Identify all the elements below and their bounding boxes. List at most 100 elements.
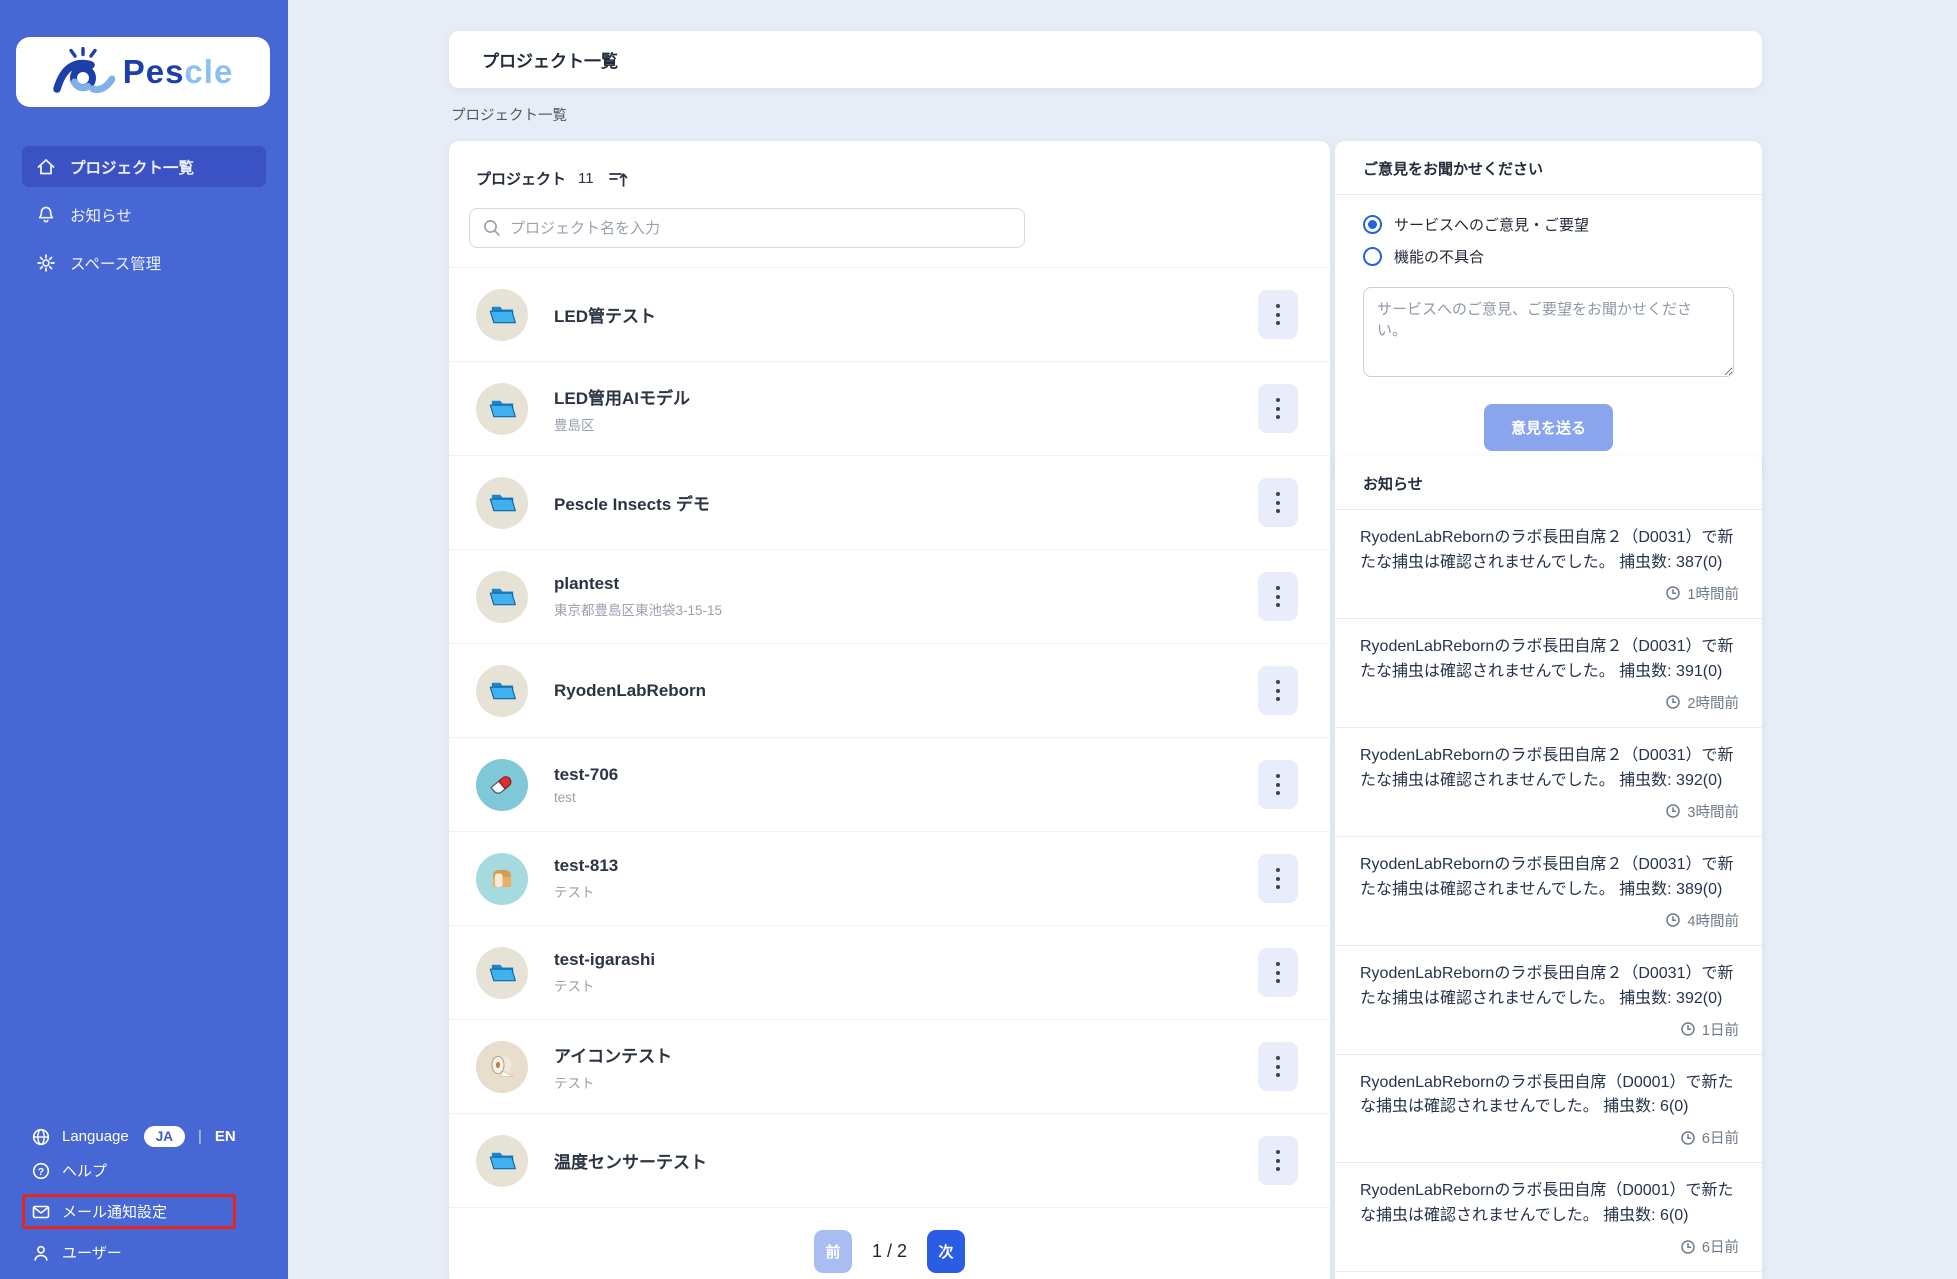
sidebar-item-user[interactable]: ユーザー [31, 1242, 236, 1263]
kebab-menu-button[interactable] [1258, 854, 1298, 903]
clock-icon [1665, 912, 1681, 928]
sidebar-item-label: スペース管理 [70, 252, 161, 274]
mail-settings-label: メール通知設定 [62, 1201, 167, 1222]
notification-item[interactable]: RyodenLabRebornのラボ長田自席２（D0031）で新たな捕虫は確認さ… [1335, 837, 1762, 946]
pagination: 前 1 / 2 次 [449, 1208, 1330, 1279]
notification-text: RyodenLabRebornのラボ長田自席２（D0031）で新たな捕虫は確認さ… [1360, 635, 1739, 685]
app-logo[interactable]: Pescle [16, 37, 270, 107]
breadcrumb: プロジェクト一覧 [451, 104, 567, 125]
project-subtitle: 東京都豊島区東池袋3-15-15 [554, 599, 1258, 619]
bell-icon [35, 204, 57, 226]
sidebar-item-label: お知らせ [70, 204, 132, 226]
kebab-menu-button[interactable] [1258, 1136, 1298, 1185]
project-name: RyodenLabReborn [554, 681, 1258, 701]
kebab-menu-button[interactable] [1258, 384, 1298, 433]
projects-panel: プロジェクト 11 LED管テスト LED管用AIモデル豊島区 Pescle I… [449, 141, 1330, 1279]
notifications-panel-header: お知らせ [1335, 456, 1762, 510]
folder-icon [476, 665, 528, 717]
projects-count: 11 [578, 170, 594, 187]
sidebar-nav: プロジェクト一覧 お知らせ スペース管理 [22, 146, 266, 290]
sort-button[interactable] [608, 170, 628, 188]
notification-time: 4時間前 [1360, 910, 1739, 931]
notification-item[interactable]: RyodenLabRebornのラボ長田自席２（D0031）で新たな捕虫は確認さ… [1335, 728, 1762, 837]
folder-icon [476, 289, 528, 341]
kebab-menu-button[interactable] [1258, 760, 1298, 809]
language-en-button[interactable]: EN [215, 1128, 236, 1145]
folder-icon [476, 383, 528, 435]
help-label: ヘルプ [62, 1160, 107, 1181]
project-row[interactable]: test-813テスト [449, 832, 1330, 926]
kebab-menu-button[interactable] [1258, 1042, 1298, 1091]
project-subtitle: 豊島区 [554, 414, 1258, 434]
notification-item[interactable]: RyodenLabRebornのラボ長田自席（D0001）で新たな捕虫は確認され… [1335, 1272, 1762, 1279]
clock-icon [1680, 1021, 1696, 1037]
user-label: ユーザー [62, 1242, 122, 1263]
feedback-textarea[interactable] [1363, 287, 1734, 377]
home-icon [35, 156, 57, 178]
notification-text: RyodenLabRebornのラボ長田自席（D0001）で新たな捕虫は確認され… [1360, 1179, 1739, 1229]
notification-time: 3時間前 [1360, 801, 1739, 822]
project-row[interactable]: アイコンテストテスト [449, 1020, 1330, 1114]
project-name: LED管テスト [554, 302, 1258, 327]
page-indicator: 1 / 2 [872, 1241, 907, 1262]
radio-selected-icon[interactable] [1363, 215, 1382, 234]
notification-time: 1日前 [1360, 1019, 1739, 1040]
project-row[interactable]: LED管テスト [449, 268, 1330, 362]
clock-icon [1665, 585, 1681, 601]
feedback-option-bug[interactable]: 機能の不具合 [1363, 246, 1734, 267]
sidebar-item-notices[interactable]: お知らせ [22, 194, 266, 235]
language-separator: | [198, 1128, 202, 1145]
kebab-menu-button[interactable] [1258, 478, 1298, 527]
project-name: test-813 [554, 856, 1258, 876]
feedback-title: ご意見をお聞かせください [1363, 161, 1543, 178]
sidebar-item-projects[interactable]: プロジェクト一覧 [22, 146, 266, 187]
project-row[interactable]: RyodenLabReborn [449, 644, 1330, 738]
send-feedback-button[interactable]: 意見を送る [1484, 404, 1613, 451]
project-row[interactable]: test-igarashiテスト [449, 926, 1330, 1020]
kebab-menu-button[interactable] [1258, 948, 1298, 997]
notifications-panel: お知らせ RyodenLabRebornのラボ長田自席２（D0031）で新たな捕… [1335, 456, 1762, 1279]
project-name: アイコンテスト [554, 1042, 1258, 1067]
kebab-menu-button[interactable] [1258, 290, 1298, 339]
notification-item[interactable]: RyodenLabRebornのラボ長田自席２（D0031）で新たな捕虫は確認さ… [1335, 946, 1762, 1055]
project-search-input[interactable] [469, 208, 1025, 248]
notification-item[interactable]: RyodenLabRebornのラボ長田自席２（D0031）で新たな捕虫は確認さ… [1335, 619, 1762, 728]
folder-icon [476, 571, 528, 623]
notification-time: 6日前 [1360, 1236, 1739, 1257]
project-subtitle: テスト [554, 1072, 1258, 1092]
radio-unselected-icon[interactable] [1363, 247, 1382, 266]
folder-icon [476, 477, 528, 529]
kebab-menu-button[interactable] [1258, 666, 1298, 715]
kebab-menu-button[interactable] [1258, 572, 1298, 621]
project-row[interactable]: test-706test [449, 738, 1330, 832]
globe-icon [31, 1127, 51, 1147]
project-subtitle: テスト [554, 975, 1258, 995]
feedback-option-service[interactable]: サービスへのご意見・ご要望 [1363, 214, 1734, 235]
search-icon [482, 218, 501, 242]
notification-item[interactable]: RyodenLabRebornのラボ長田自席２（D0031）で新たな捕虫は確認さ… [1335, 510, 1762, 619]
notification-item[interactable]: RyodenLabRebornのラボ長田自席（D0001）で新たな捕虫は確認され… [1335, 1055, 1762, 1164]
sidebar-item-label: プロジェクト一覧 [70, 156, 194, 178]
next-page-button[interactable]: 次 [927, 1230, 965, 1273]
prev-page-button[interactable]: 前 [814, 1230, 852, 1273]
language-ja-button[interactable]: JA [144, 1126, 185, 1147]
clock-icon [1680, 1239, 1696, 1255]
sidebar-item-mail-settings[interactable]: メール通知設定 [22, 1194, 236, 1229]
sidebar-item-help[interactable]: ヘルプ [31, 1160, 236, 1181]
sidebar-footer: Language JA | EN ヘルプ メール通知設定 ユーザー [31, 1113, 236, 1263]
notifications-title: お知らせ [1363, 476, 1423, 493]
project-row[interactable]: 温度センサーテスト [449, 1114, 1330, 1208]
project-row[interactable]: plantest東京都豊島区東池袋3-15-15 [449, 550, 1330, 644]
folder-icon [476, 1135, 528, 1187]
sidebar-item-space-management[interactable]: スペース管理 [22, 242, 266, 283]
language-row: Language JA | EN [31, 1126, 236, 1147]
project-row[interactable]: Pescle Insects デモ [449, 456, 1330, 550]
project-row[interactable]: LED管用AIモデル豊島区 [449, 362, 1330, 456]
clock-icon [1665, 694, 1681, 710]
notification-time: 2時間前 [1360, 692, 1739, 713]
notification-item[interactable]: RyodenLabRebornのラボ長田自席（D0001）で新たな捕虫は確認され… [1335, 1163, 1762, 1272]
projects-panel-header: プロジェクト 11 [449, 141, 1330, 189]
notification-text: RyodenLabRebornのラボ長田自席２（D0031）で新たな捕虫は確認さ… [1360, 853, 1739, 903]
user-icon [31, 1243, 51, 1263]
gear-icon [35, 252, 57, 274]
